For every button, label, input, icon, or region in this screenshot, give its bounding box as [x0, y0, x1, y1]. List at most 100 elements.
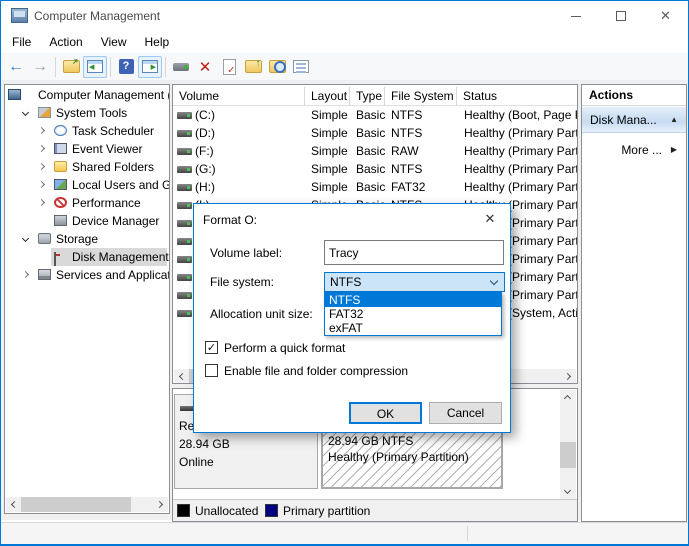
scroll-right-button[interactable] — [561, 369, 576, 383]
cell-file-system: RAW — [391, 144, 419, 158]
legend-label: Primary partition — [283, 504, 371, 518]
file-system-label: File system: — [210, 275, 275, 289]
dropdown-option-fat32[interactable]: FAT32 — [325, 307, 501, 321]
tree-item-label: Shared Folders — [72, 160, 155, 174]
device-icon — [54, 215, 67, 226]
file-system-combobox[interactable]: NTFS — [324, 272, 505, 292]
column-header-volume[interactable]: Volume — [173, 87, 305, 106]
menu-help[interactable]: Help — [136, 32, 179, 52]
chevron-expanded-icon[interactable] — [21, 234, 30, 243]
cell-type: Basic — [356, 108, 385, 122]
chevron-collapsed-icon[interactable] — [37, 180, 46, 189]
cell-type: Basic — [356, 162, 385, 176]
tree-item-disk-management[interactable]: Disk Management — [5, 248, 169, 266]
checkbox-unchecked-icon[interactable] — [205, 364, 218, 377]
chevron-collapsed-icon[interactable] — [37, 126, 46, 135]
column-header-file-system[interactable]: File System — [385, 87, 457, 106]
cancel-button[interactable]: Cancel — [429, 402, 502, 424]
tree-item-performance[interactable]: Performance — [5, 194, 169, 212]
partition-legend: Unallocated Primary partition — [173, 499, 577, 521]
menu-file[interactable]: File — [3, 32, 40, 52]
tree-item-local-users[interactable]: Local Users and Gro — [5, 176, 169, 194]
volume-row[interactable]: (D:) Simple Basic NTFS Healthy (Primary … — [173, 124, 577, 142]
tool-button[interactable] — [169, 56, 193, 78]
list-properties-button[interactable] — [289, 56, 313, 78]
scrollbar-thumb[interactable] — [560, 442, 576, 468]
show-console-tree-button[interactable]: ◀ — [83, 55, 107, 78]
primary-partition-swatch — [265, 504, 278, 517]
tree-item-services[interactable]: Services and Applicatio — [5, 266, 169, 284]
file-system-dropdown-list: NTFS FAT32 exFAT — [324, 292, 502, 336]
chevron-expanded-icon[interactable] — [21, 108, 30, 117]
console-tree-pane: Computer Management (L System Tools Task… — [4, 84, 170, 514]
volume-row[interactable]: (C:) Simple Basic NTFS Healthy (Boot, Pa… — [173, 106, 577, 124]
menu-view[interactable]: View — [92, 32, 136, 52]
dropdown-option-exfat[interactable]: exFAT — [325, 321, 501, 335]
chevron-collapsed-icon[interactable] — [37, 144, 46, 153]
action-more[interactable]: More ... ▶ — [582, 140, 686, 160]
tree-item-task-scheduler[interactable]: Task Scheduler — [5, 122, 169, 140]
column-header-type[interactable]: Type — [350, 87, 385, 106]
ok-button[interactable]: OK — [349, 402, 422, 424]
show-action-pane-button[interactable]: ▶ — [138, 55, 162, 78]
volume-row[interactable]: (G:) Simple Basic NTFS Healthy (Primary … — [173, 160, 577, 178]
cell-file-system: NTFS — [391, 162, 423, 176]
format-dialog: Format O: ✕ Volume label: File system: N… — [193, 203, 511, 433]
checkbox-checked-icon[interactable]: ✓ — [205, 341, 218, 354]
check-document-icon — [222, 58, 236, 76]
chevron-collapsed-icon[interactable] — [37, 162, 46, 171]
tree-item-label: Local Users and Gro — [72, 178, 169, 192]
help-button[interactable]: ? — [114, 56, 138, 78]
collapse-arrow-icon[interactable]: ▲ — [670, 107, 678, 133]
scrollbar-thumb[interactable] — [21, 497, 131, 512]
folder-search-button[interactable] — [265, 56, 289, 78]
cell-volume: (F:) — [195, 144, 214, 158]
scroll-down-button[interactable] — [560, 484, 575, 499]
check-document-button[interactable] — [217, 56, 241, 78]
tree-item-shared-folders[interactable]: Shared Folders — [5, 158, 169, 176]
dialog-close-button[interactable]: ✕ — [476, 208, 504, 230]
forward-button[interactable]: → — [28, 56, 52, 78]
up-folder-button[interactable] — [59, 56, 83, 78]
export-folder-button[interactable] — [241, 56, 265, 78]
tree-item-computer-management[interactable]: Computer Management (L — [5, 86, 169, 104]
scroll-up-button[interactable] — [560, 390, 575, 405]
minimize-button[interactable] — [553, 1, 598, 31]
delete-button[interactable]: ✕ — [193, 56, 217, 78]
action-label: More ... — [621, 143, 662, 157]
menu-action[interactable]: Action — [40, 32, 91, 52]
tree-item-event-viewer[interactable]: Event Viewer — [5, 140, 169, 158]
close-button[interactable]: ✕ — [643, 1, 688, 31]
tree-item-storage[interactable]: Storage — [5, 230, 169, 248]
scroll-left-button[interactable] — [174, 369, 189, 383]
action-disk-management[interactable]: Disk Mana... ▲ — [582, 107, 686, 133]
help-icon: ? — [118, 59, 134, 74]
column-header-layout[interactable]: Layout — [305, 87, 350, 106]
show-action-pane-icon: ▶ — [142, 60, 158, 73]
tree-item-device-manager[interactable]: Device Manager — [5, 212, 169, 230]
graphic-vertical-scrollbar[interactable] — [560, 390, 576, 499]
back-button[interactable]: ← — [4, 56, 28, 78]
tree-horizontal-scrollbar[interactable] — [6, 497, 168, 512]
tools-icon — [38, 107, 51, 118]
volume-label-input[interactable] — [324, 240, 504, 265]
maximize-button[interactable] — [598, 1, 643, 31]
scroll-left-button[interactable] — [6, 497, 21, 512]
tree-item-system-tools[interactable]: System Tools — [5, 104, 169, 122]
column-header-status[interactable]: Status — [457, 87, 577, 106]
chevron-collapsed-icon[interactable] — [37, 198, 46, 207]
folder-search-icon — [268, 60, 286, 73]
storage-icon — [38, 233, 51, 244]
chevron-left-icon — [178, 372, 187, 381]
export-folder-icon — [244, 58, 262, 73]
cell-layout: Simple — [311, 126, 348, 140]
volume-row[interactable]: (F:) Simple Basic RAW Healthy (Primary P… — [173, 142, 577, 160]
chevron-collapsed-icon[interactable] — [21, 270, 30, 279]
volume-row[interactable]: (H:) Simple Basic FAT32 Healthy (Primary… — [173, 178, 577, 196]
partition-size-label: 28.94 GB NTFS — [328, 434, 414, 448]
disk-size: 28.94 GB — [179, 437, 230, 451]
dropdown-option-ntfs[interactable]: NTFS — [325, 293, 501, 307]
list-properties-icon — [293, 60, 309, 73]
scroll-right-button[interactable] — [153, 497, 168, 512]
delete-icon: ✕ — [198, 58, 212, 76]
